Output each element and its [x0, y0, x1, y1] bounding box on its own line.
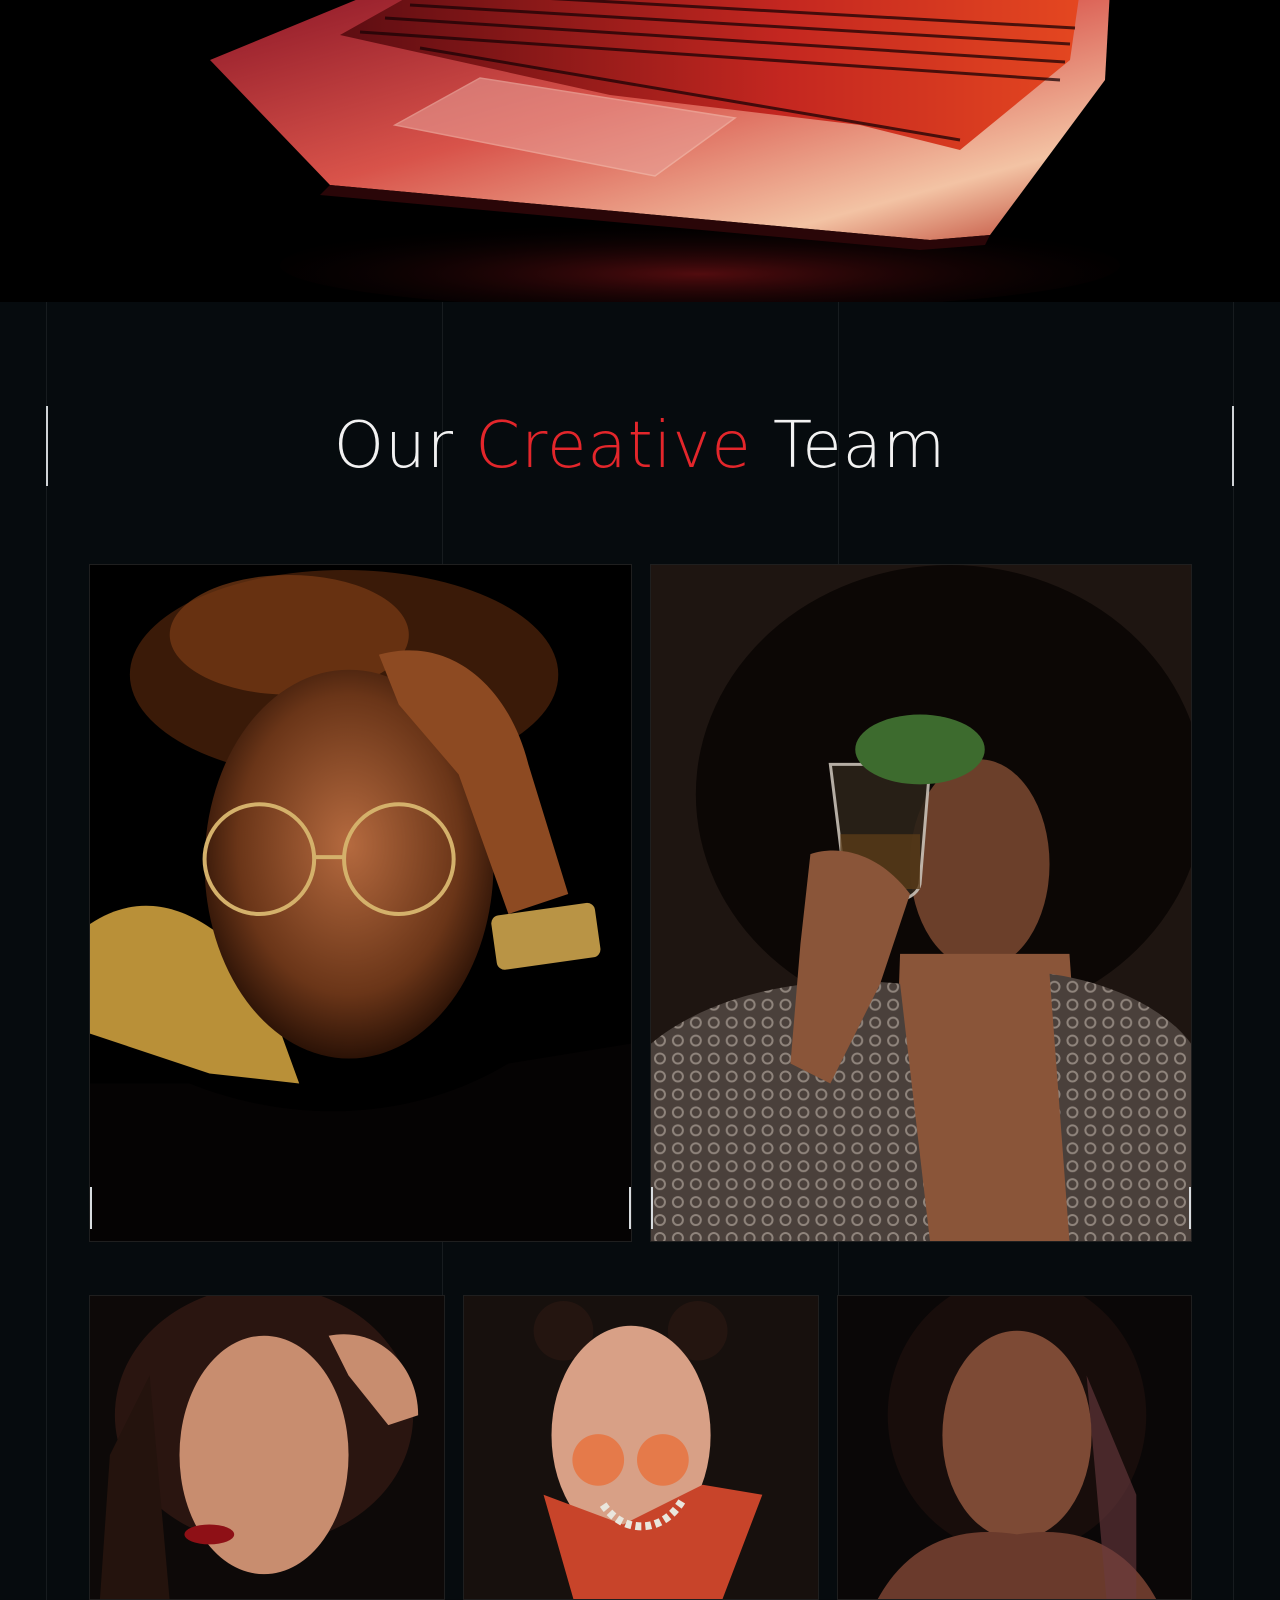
- team-member-photo: [90, 565, 631, 1241]
- team-member-card[interactable]: [650, 564, 1192, 1242]
- team-member-card[interactable]: [89, 1295, 445, 1600]
- team-member-photo: [838, 1296, 1191, 1599]
- card-corner-marker: [1189, 1187, 1191, 1229]
- team-section: Our Creative Team: [0, 302, 1280, 1600]
- team-member-photo: [90, 1296, 444, 1599]
- team-member-card[interactable]: [463, 1295, 819, 1600]
- hero-laptop-image: [0, 0, 1280, 302]
- heading-text-before: Our: [333, 409, 476, 483]
- card-corner-marker: [629, 1187, 631, 1229]
- card-corner-marker: [90, 1187, 92, 1229]
- team-member-card[interactable]: [89, 564, 632, 1242]
- team-member-photo: [464, 1296, 818, 1599]
- heading-accent-text: Creative: [475, 409, 752, 483]
- card-corner-marker: [651, 1187, 653, 1229]
- team-member-photo: [651, 565, 1191, 1241]
- heading-text-after: Team: [751, 409, 947, 483]
- team-member-card[interactable]: [837, 1295, 1192, 1600]
- section-heading: Our Creative Team: [0, 406, 1280, 486]
- grid-line: [46, 302, 47, 1600]
- grid-line: [1233, 302, 1234, 1600]
